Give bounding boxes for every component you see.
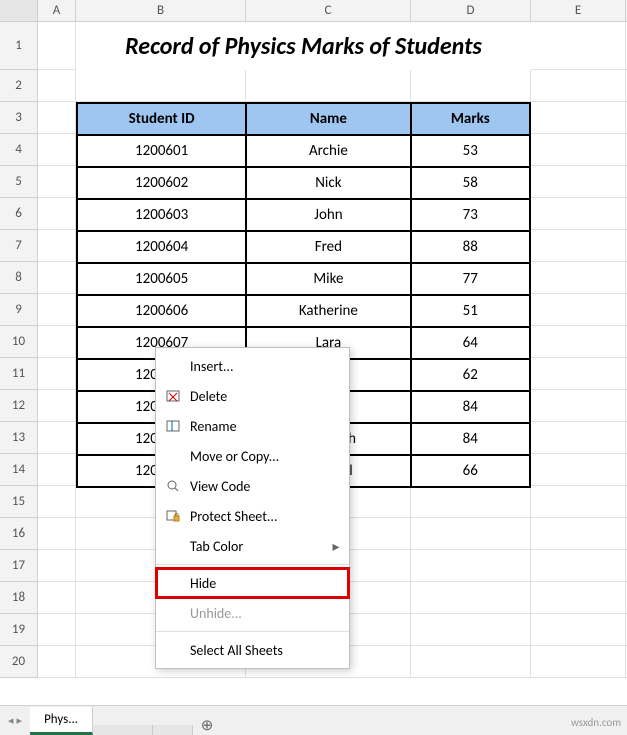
row-header[interactable]: 5 — [0, 166, 37, 198]
separator — [156, 631, 349, 632]
delete-icon — [156, 388, 190, 404]
menu-rename[interactable]: Rename — [156, 411, 349, 441]
table-row: 1200601Archie53 — [77, 135, 530, 167]
page-title: Record of Physics Marks of Students — [76, 22, 531, 70]
menu-move-copy[interactable]: Move or Copy... — [156, 441, 349, 471]
col-header-b[interactable]: B — [76, 0, 246, 21]
table-row: 1200602Nick58 — [77, 167, 530, 199]
row-header[interactable]: 11 — [0, 358, 37, 390]
row-header[interactable]: 10 — [0, 326, 37, 358]
menu-tab-color[interactable]: Tab Color ▸ — [156, 531, 349, 561]
col-header-e[interactable]: E — [531, 0, 626, 21]
row-header[interactable]: 17 — [0, 550, 37, 582]
table-row: 1200605Mike77 — [77, 263, 530, 295]
row-header[interactable]: 3 — [0, 102, 37, 134]
row-header[interactable]: 19 — [0, 614, 37, 646]
row-header[interactable]: 12 — [0, 390, 37, 422]
row-header[interactable]: 15 — [0, 486, 37, 518]
col-student-id: Student ID — [77, 103, 246, 135]
rename-icon — [156, 418, 190, 434]
row-header[interactable]: 1 — [0, 22, 37, 70]
menu-view-code[interactable]: View Code — [156, 471, 349, 501]
menu-delete[interactable]: Delete — [156, 381, 349, 411]
col-header-d[interactable]: D — [411, 0, 531, 21]
row-header[interactable]: 6 — [0, 198, 37, 230]
sheet-tab-bar: ◂ ▸ Phys... ⊕ — [0, 705, 627, 735]
col-header-c[interactable]: C — [246, 0, 411, 21]
col-name: Name — [246, 103, 410, 135]
row-header[interactable]: 14 — [0, 454, 37, 486]
row-header[interactable]: 4 — [0, 134, 37, 166]
row-headers: 1 2 3 4 5 6 7 8 9 10 11 12 13 14 15 16 1… — [0, 22, 38, 678]
row-header[interactable]: 7 — [0, 230, 37, 262]
menu-hide[interactable]: Hide — [156, 568, 349, 598]
row-header[interactable]: 13 — [0, 422, 37, 454]
menu-protect-sheet[interactable]: Protect Sheet... — [156, 501, 349, 531]
separator — [156, 564, 349, 565]
table-row: 1200603John73 — [77, 199, 530, 231]
col-header-a[interactable]: A — [38, 0, 76, 21]
chevron-right-icon: ▸ — [323, 538, 349, 555]
view-code-icon — [156, 478, 190, 494]
menu-unhide: Unhide... — [156, 598, 349, 628]
row-header[interactable]: 8 — [0, 262, 37, 294]
col-marks: Marks — [411, 103, 530, 135]
row-header[interactable]: 20 — [0, 646, 37, 678]
menu-select-all-sheets[interactable]: Select All Sheets — [156, 635, 349, 665]
sheet-tab-hidden2[interactable] — [153, 725, 193, 735]
sheet-context-menu: Insert... Delete Rename Move or Copy... … — [155, 347, 350, 669]
watermark: wsxdn.com — [571, 716, 621, 729]
row-header[interactable]: 18 — [0, 582, 37, 614]
protect-icon — [156, 508, 190, 524]
chevron-right-icon[interactable]: ▸ — [17, 714, 23, 727]
tab-nav-buttons[interactable]: ◂ ▸ — [0, 714, 30, 727]
sheet-tab-hidden[interactable] — [93, 725, 153, 735]
row-header[interactable]: 2 — [0, 70, 37, 102]
select-all-corner[interactable] — [0, 0, 38, 21]
add-sheet-button[interactable]: ⊕ — [193, 716, 221, 735]
column-headers: A B C D E — [0, 0, 627, 22]
chevron-left-icon[interactable]: ◂ — [8, 714, 14, 727]
menu-insert[interactable]: Insert... — [156, 351, 349, 381]
table-row: 1200604Fred88 — [77, 231, 530, 263]
sheet-tab-physics[interactable]: Phys... — [30, 707, 93, 735]
table-row: 1200606Katherine51 — [77, 295, 530, 327]
row-header[interactable]: 16 — [0, 518, 37, 550]
row-header[interactable]: 9 — [0, 294, 37, 326]
